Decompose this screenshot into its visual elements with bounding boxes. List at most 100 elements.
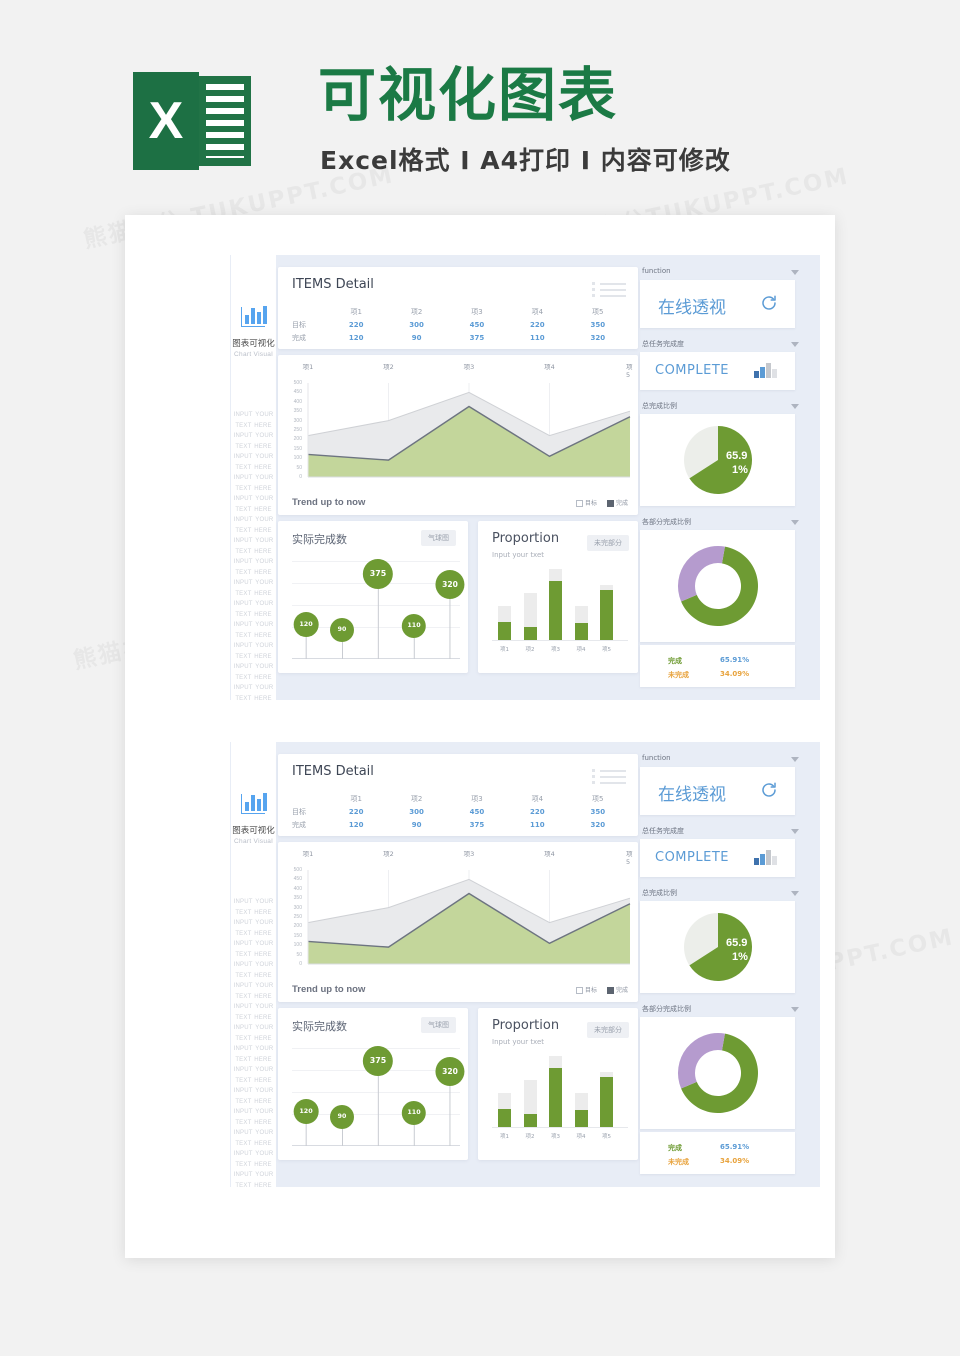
function-widget-label: function (642, 267, 671, 275)
proportion-card-subtitle: Input your txet (492, 1038, 545, 1046)
trend-legend-item[interactable]: 完成 (606, 987, 628, 994)
proportion-card-subtitle: Input your txet (492, 551, 545, 559)
dashboard-panel-1: 图表可视化 Chart Visual INPUT YOUR TEXT HERE … (230, 255, 820, 702)
pie-widget: 65.9 1% (640, 414, 795, 506)
balloon-item: 120 (293, 611, 319, 659)
proportion-bar-label: 项2 (525, 1134, 535, 1140)
items-cell: 350 (590, 320, 606, 329)
donut-chart (677, 546, 758, 627)
items-cell: 90 (411, 333, 422, 342)
bar-chart-icon (231, 305, 276, 332)
proportion-chart-card: Proportion Input your txet 未完部分 项1 项2 项3… (478, 521, 638, 673)
items-cell: 320 (590, 820, 606, 829)
balloon-item: 320 (435, 1057, 465, 1146)
chevron-down-icon[interactable] (791, 757, 799, 762)
balloon-value: 375 (362, 1045, 394, 1076)
donut-legend-value: 65.91% (720, 1143, 750, 1151)
balloon-chart-card: 实际完成数 气球图 120 90 375 110 320 (278, 521, 468, 673)
list-icon[interactable] (592, 280, 626, 298)
balloon-item: 320 (435, 570, 465, 659)
proportion-bar: 项4 (574, 569, 588, 653)
items-cell: 220 (530, 320, 545, 329)
function-widget[interactable]: 在线透视 (640, 280, 795, 328)
balloon-value: 375 (362, 558, 394, 589)
trend-legend: 目标 完成 (566, 985, 628, 994)
complete-widget[interactable]: COMPLETE (640, 839, 795, 877)
page-subtitle: Excel格式 Ι A4打印 Ι 内容可修改 (320, 146, 731, 175)
area-chart-plot (307, 870, 631, 965)
items-row-label: 完成 (292, 820, 306, 829)
balloon-card-title: 实际完成数 (292, 533, 347, 546)
table-row: 完成 120 90 375 110 320 (292, 818, 628, 831)
table-row: 目标 220 300 450 220 350 (292, 318, 628, 331)
list-icon[interactable] (592, 767, 626, 785)
function-widget[interactable]: 在线透视 (640, 767, 795, 815)
function-widget-value: 在线透视 (658, 298, 726, 318)
trend-footer-label: Trend up to now (292, 984, 366, 995)
pie-value-line2: 1% (732, 464, 748, 476)
pie-value-line2: 1% (732, 951, 748, 963)
items-row-label: 完成 (292, 333, 306, 342)
pie-widget: 65.9 1% (640, 901, 795, 993)
balloon-chart-plot: 120 90 375 110 320 (288, 1045, 465, 1146)
items-cell: 220 (530, 807, 545, 816)
complete-widget[interactable]: COMPLETE (640, 352, 795, 390)
items-row-label: 目标 (292, 320, 306, 329)
items-detail-table: 项1 项2 项3 项4 项5 目标 220 300 450 220 350 完成 120 90 375 11… (292, 792, 628, 831)
balloon-item: 375 (362, 1045, 394, 1146)
balloon-chart-tag[interactable]: 气球图 (421, 1017, 456, 1033)
chevron-down-icon[interactable] (791, 891, 799, 896)
sidebar-filler-text: INPUT YOUR TEXT HERE INPUT YOUR TEXT HER… (233, 899, 274, 1189)
items-cell: 120 (348, 820, 364, 829)
trend-legend-item[interactable]: 目标 (575, 987, 597, 994)
items-cell: 120 (348, 333, 364, 342)
balloon-item: 110 (401, 1101, 427, 1146)
sidebar-brand-cn: 图表可视化 (232, 826, 275, 836)
chevron-down-icon[interactable] (791, 829, 799, 834)
refresh-icon[interactable] (760, 294, 778, 312)
sidebar-brand-en: Chart Visual (234, 838, 273, 845)
balloon-value: 110 (401, 1101, 427, 1126)
donut-legend-name: 完成 (668, 657, 682, 665)
pie-value-line1: 65.9 (726, 450, 748, 462)
balloon-value: 120 (293, 611, 319, 637)
proportion-card-title: Proportion (492, 531, 560, 546)
proportion-bar: 项3 (549, 1056, 562, 1140)
items-detail-title: ITEMS Detail (292, 764, 374, 779)
proportion-bar: 项2 (523, 1056, 537, 1140)
refresh-icon[interactable] (760, 781, 778, 799)
proportion-chart-plot: 项1 项2 项3 项4 项5 (492, 569, 628, 653)
donut-legend-name: 未完成 (668, 671, 689, 679)
donut-widget (640, 1017, 795, 1129)
donut-chart (677, 1033, 758, 1114)
chevron-down-icon[interactable] (791, 520, 799, 525)
proportion-chart-tag[interactable]: 未完部分 (587, 1022, 629, 1038)
function-widget-value: 在线透视 (658, 785, 726, 805)
pie-chart (684, 913, 753, 981)
page-title: 可视化图表 (318, 61, 619, 129)
items-detail-title: ITEMS Detail (292, 277, 374, 292)
trend-chart-card: 项1 项2 项3 项4 项5 0 50 100 150 200 250 300 350 400 450 50… (278, 355, 638, 515)
proportion-chart-tag[interactable]: 未完部分 (587, 535, 629, 551)
trend-legend-item[interactable]: 完成 (606, 500, 628, 507)
balloon-chart-tag[interactable]: 气球图 (421, 530, 456, 546)
proportion-card-title: Proportion (492, 1018, 560, 1033)
balloon-item: 90 (330, 618, 354, 659)
balloon-value: 320 (435, 1057, 465, 1087)
trend-legend-item[interactable]: 目标 (575, 500, 597, 507)
items-detail-card: ITEMS Detail 项1 项2 项3 项4 项5 目标 220 300 450 220 35… (278, 267, 638, 349)
table-row: 完成 120 90 375 110 320 (292, 331, 628, 344)
table-header-row: 项1 项2 项3 项4 项5 (292, 305, 628, 318)
chevron-down-icon[interactable] (791, 270, 799, 275)
items-column-header: 项4 (531, 307, 544, 316)
chevron-down-icon[interactable] (791, 404, 799, 409)
items-row-label: 目标 (292, 807, 306, 816)
balloon-item: 375 (362, 558, 394, 659)
chevron-down-icon[interactable] (791, 1007, 799, 1012)
widget-column: function 在线透视 总任务完成度 COMPLETE 总完成比例 65.9… (640, 267, 805, 692)
chevron-down-icon[interactable] (791, 342, 799, 347)
trend-footer-label: Trend up to now (292, 497, 366, 508)
items-column-header: 项1 (350, 307, 362, 316)
items-cell: 90 (411, 820, 422, 829)
balloon-item: 110 (401, 614, 427, 659)
